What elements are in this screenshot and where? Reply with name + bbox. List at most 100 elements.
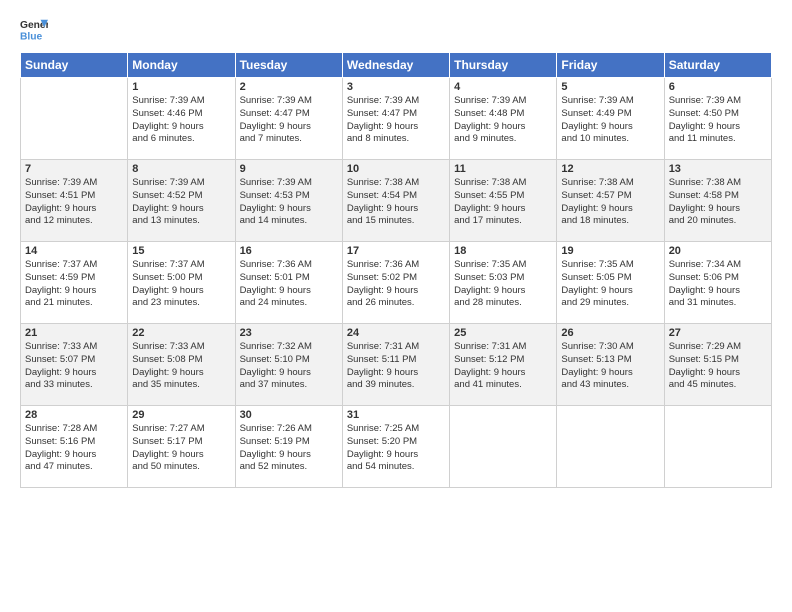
day-number: 7 [25, 163, 123, 175]
calendar-cell: 11 Sunrise: 7:38 AM Sunset: 4:55 PM Dayli… [450, 160, 557, 242]
cell-content: Sunrise: 7:36 AM Sunset: 5:02 PM Dayligh… [347, 259, 445, 310]
day-number: 4 [454, 81, 552, 93]
calendar-cell: 27 Sunrise: 7:29 AM Sunset: 5:15 PM Dayli… [664, 324, 771, 406]
day-number: 28 [25, 409, 123, 421]
cell-content: Sunrise: 7:39 AM Sunset: 4:52 PM Dayligh… [132, 177, 230, 228]
calendar-cell: 1 Sunrise: 7:39 AM Sunset: 4:46 PM Daylig… [128, 78, 235, 160]
cell-content: Sunrise: 7:28 AM Sunset: 5:16 PM Dayligh… [25, 423, 123, 474]
day-number: 21 [25, 327, 123, 339]
day-number: 31 [347, 409, 445, 421]
cell-content: Sunrise: 7:33 AM Sunset: 5:07 PM Dayligh… [25, 341, 123, 392]
day-number: 15 [132, 245, 230, 257]
day-number: 22 [132, 327, 230, 339]
day-header-monday: Monday [128, 53, 235, 78]
logo: General Blue [20, 16, 48, 44]
calendar-cell: 28 Sunrise: 7:28 AM Sunset: 5:16 PM Dayli… [21, 406, 128, 488]
cell-content: Sunrise: 7:31 AM Sunset: 5:12 PM Dayligh… [454, 341, 552, 392]
page-container: General Blue SundayMondayTuesdayWednesda… [0, 0, 792, 612]
day-number: 5 [561, 81, 659, 93]
day-number: 19 [561, 245, 659, 257]
calendar-cell: 12 Sunrise: 7:38 AM Sunset: 4:57 PM Dayli… [557, 160, 664, 242]
cell-content: Sunrise: 7:31 AM Sunset: 5:11 PM Dayligh… [347, 341, 445, 392]
week-row-5: 28 Sunrise: 7:28 AM Sunset: 5:16 PM Dayli… [21, 406, 772, 488]
day-header-thursday: Thursday [450, 53, 557, 78]
cell-content: Sunrise: 7:39 AM Sunset: 4:47 PM Dayligh… [347, 95, 445, 146]
cell-content: Sunrise: 7:32 AM Sunset: 5:10 PM Dayligh… [240, 341, 338, 392]
day-number: 23 [240, 327, 338, 339]
calendar-cell: 16 Sunrise: 7:36 AM Sunset: 5:01 PM Dayli… [235, 242, 342, 324]
calendar-cell: 20Sunrise: 7:34 AM Sunset: 5:06 PM Dayli… [664, 242, 771, 324]
calendar-cell: 9 Sunrise: 7:39 AM Sunset: 4:53 PM Daylig… [235, 160, 342, 242]
day-number: 24 [347, 327, 445, 339]
cell-content: Sunrise: 7:39 AM Sunset: 4:49 PM Dayligh… [561, 95, 659, 146]
calendar-cell: 26Sunrise: 7:30 AM Sunset: 5:13 PM Dayli… [557, 324, 664, 406]
calendar-cell: 2 Sunrise: 7:39 AM Sunset: 4:47 PM Daylig… [235, 78, 342, 160]
cell-content: Sunrise: 7:39 AM Sunset: 4:50 PM Dayligh… [669, 95, 767, 146]
cell-content: Sunrise: 7:37 AM Sunset: 4:59 PM Dayligh… [25, 259, 123, 310]
calendar-cell [450, 406, 557, 488]
calendar-cell: 7 Sunrise: 7:39 AM Sunset: 4:51 PM Daylig… [21, 160, 128, 242]
day-number: 17 [347, 245, 445, 257]
calendar-cell: 29Sunrise: 7:27 AM Sunset: 5:17 PM Dayli… [128, 406, 235, 488]
day-number: 18 [454, 245, 552, 257]
calendar-cell: 22 Sunrise: 7:33 AM Sunset: 5:08 PM Dayli… [128, 324, 235, 406]
cell-content: Sunrise: 7:39 AM Sunset: 4:47 PM Dayligh… [240, 95, 338, 146]
cell-content: Sunrise: 7:38 AM Sunset: 4:55 PM Dayligh… [454, 177, 552, 228]
cell-content: Sunrise: 7:33 AM Sunset: 5:08 PM Dayligh… [132, 341, 230, 392]
day-number: 8 [132, 163, 230, 175]
day-number: 13 [669, 163, 767, 175]
calendar-cell: 31Sunrise: 7:25 AM Sunset: 5:20 PM Dayli… [342, 406, 449, 488]
day-number: 10 [347, 163, 445, 175]
cell-content: Sunrise: 7:35 AM Sunset: 5:03 PM Dayligh… [454, 259, 552, 310]
calendar-cell: 10Sunrise: 7:38 AM Sunset: 4:54 PM Dayli… [342, 160, 449, 242]
cell-content: Sunrise: 7:38 AM Sunset: 4:58 PM Dayligh… [669, 177, 767, 228]
day-number: 29 [132, 409, 230, 421]
cell-content: Sunrise: 7:39 AM Sunset: 4:46 PM Dayligh… [132, 95, 230, 146]
cell-content: Sunrise: 7:39 AM Sunset: 4:48 PM Dayligh… [454, 95, 552, 146]
cell-content: Sunrise: 7:39 AM Sunset: 4:53 PM Dayligh… [240, 177, 338, 228]
day-number: 6 [669, 81, 767, 93]
calendar-cell: 14 Sunrise: 7:37 AM Sunset: 4:59 PM Dayli… [21, 242, 128, 324]
cell-content: Sunrise: 7:35 AM Sunset: 5:05 PM Dayligh… [561, 259, 659, 310]
day-number: 30 [240, 409, 338, 421]
cell-content: Sunrise: 7:37 AM Sunset: 5:00 PM Dayligh… [132, 259, 230, 310]
header-row: SundayMondayTuesdayWednesdayThursdayFrid… [21, 53, 772, 78]
day-header-saturday: Saturday [664, 53, 771, 78]
cell-content: Sunrise: 7:39 AM Sunset: 4:51 PM Dayligh… [25, 177, 123, 228]
cell-content: Sunrise: 7:29 AM Sunset: 5:15 PM Dayligh… [669, 341, 767, 392]
day-number: 27 [669, 327, 767, 339]
calendar-cell [664, 406, 771, 488]
calendar-cell: 30Sunrise: 7:26 AM Sunset: 5:19 PM Dayli… [235, 406, 342, 488]
day-number: 2 [240, 81, 338, 93]
calendar-cell [557, 406, 664, 488]
calendar-cell: 5 Sunrise: 7:39 AM Sunset: 4:49 PM Daylig… [557, 78, 664, 160]
day-header-wednesday: Wednesday [342, 53, 449, 78]
day-number: 12 [561, 163, 659, 175]
cell-content: Sunrise: 7:36 AM Sunset: 5:01 PM Dayligh… [240, 259, 338, 310]
logo-icon: General Blue [20, 16, 48, 44]
day-header-sunday: Sunday [21, 53, 128, 78]
day-number: 3 [347, 81, 445, 93]
cell-content: Sunrise: 7:38 AM Sunset: 4:57 PM Dayligh… [561, 177, 659, 228]
day-number: 25 [454, 327, 552, 339]
day-number: 14 [25, 245, 123, 257]
calendar-cell: 6 Sunrise: 7:39 AM Sunset: 4:50 PM Daylig… [664, 78, 771, 160]
calendar-cell: 15 Sunrise: 7:37 AM Sunset: 5:00 PM Dayli… [128, 242, 235, 324]
day-number: 11 [454, 163, 552, 175]
day-number: 1 [132, 81, 230, 93]
day-header-friday: Friday [557, 53, 664, 78]
cell-content: Sunrise: 7:30 AM Sunset: 5:13 PM Dayligh… [561, 341, 659, 392]
day-number: 9 [240, 163, 338, 175]
calendar-cell: 17 Sunrise: 7:36 AM Sunset: 5:02 PM Dayli… [342, 242, 449, 324]
week-row-1: 1 Sunrise: 7:39 AM Sunset: 4:46 PM Daylig… [21, 78, 772, 160]
svg-text:Blue: Blue [20, 31, 43, 42]
calendar-cell: 8 Sunrise: 7:39 AM Sunset: 4:52 PM Daylig… [128, 160, 235, 242]
calendar-cell: 19 Sunrise: 7:35 AM Sunset: 5:05 PM Dayli… [557, 242, 664, 324]
calendar-cell: 24 Sunrise: 7:31 AM Sunset: 5:11 PM Dayli… [342, 324, 449, 406]
calendar-cell: 21 Sunrise: 7:33 AM Sunset: 5:07 PM Dayli… [21, 324, 128, 406]
week-row-3: 14 Sunrise: 7:37 AM Sunset: 4:59 PM Dayli… [21, 242, 772, 324]
calendar-table: SundayMondayTuesdayWednesdayThursdayFrid… [20, 52, 772, 488]
calendar-cell [21, 78, 128, 160]
day-number: 16 [240, 245, 338, 257]
week-row-4: 21 Sunrise: 7:33 AM Sunset: 5:07 PM Dayli… [21, 324, 772, 406]
